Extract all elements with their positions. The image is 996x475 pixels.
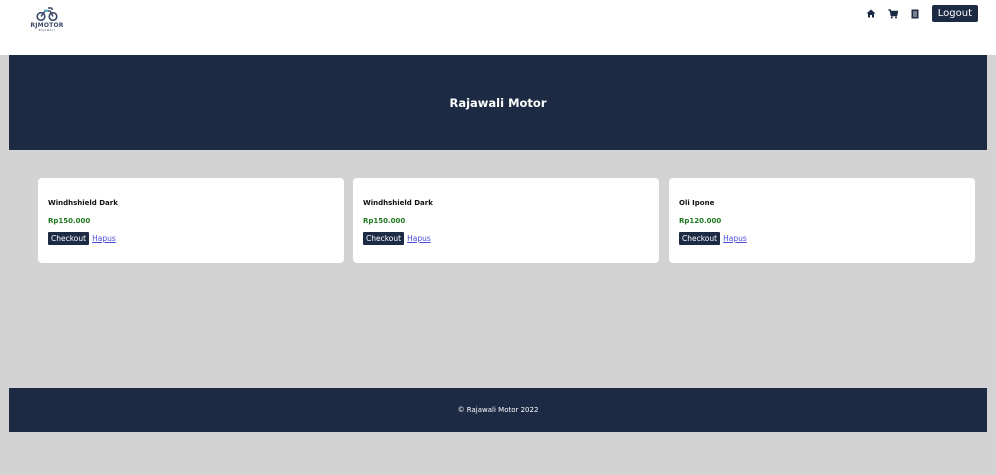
checkout-button[interactable]: Checkout: [679, 232, 721, 245]
cart-items: Windhshield Dark Rp150.000 Checkout Hapu…: [38, 178, 975, 263]
receipt-icon[interactable]: [910, 8, 921, 19]
checkout-button[interactable]: Checkout: [363, 232, 405, 245]
cart-item-card: Windhshield Dark Rp150.000 Checkout Hapu…: [38, 178, 344, 263]
footer: © Rajawali Motor 2022: [9, 388, 987, 432]
cart-item-card: Oli Ipone Rp120.000 Checkout Hapus: [669, 178, 975, 263]
product-price: Rp150.000: [363, 217, 406, 225]
cart-icon[interactable]: [888, 8, 899, 19]
product-price: Rp120.000: [679, 217, 722, 225]
motorcycle-icon: [36, 7, 58, 21]
product-name: Oli Ipone: [679, 199, 715, 207]
remove-link[interactable]: Hapus: [92, 234, 116, 243]
hero-banner: Rajawali Motor: [9, 55, 987, 150]
cart-item-card: Windhshield Dark Rp150.000 Checkout Hapu…: [353, 178, 659, 263]
product-name: Windhshield Dark: [48, 199, 118, 207]
card-actions: Checkout Hapus: [679, 232, 965, 245]
copyright-text: © Rajawali Motor 2022: [457, 406, 539, 414]
brand-logo[interactable]: RJMOTOR RAJAWALI: [30, 7, 64, 37]
remove-link[interactable]: Hapus: [723, 234, 747, 243]
logo-subtext: RAJAWALI: [38, 29, 56, 32]
remove-link[interactable]: Hapus: [407, 234, 431, 243]
logout-button[interactable]: Logout: [931, 5, 978, 22]
logo-text: RJMOTOR: [30, 22, 64, 29]
top-navbar: RJMOTOR RAJAWALI Logout: [0, 0, 996, 55]
home-icon[interactable]: [866, 8, 877, 19]
checkout-button[interactable]: Checkout: [48, 232, 90, 245]
product-price: Rp150.000: [48, 217, 91, 225]
card-actions: Checkout Hapus: [363, 232, 649, 245]
product-name: Windhshield Dark: [363, 199, 433, 207]
page-title: Rajawali Motor: [449, 95, 547, 110]
card-actions: Checkout Hapus: [48, 232, 334, 245]
nav-menu: Logout: [866, 5, 978, 22]
